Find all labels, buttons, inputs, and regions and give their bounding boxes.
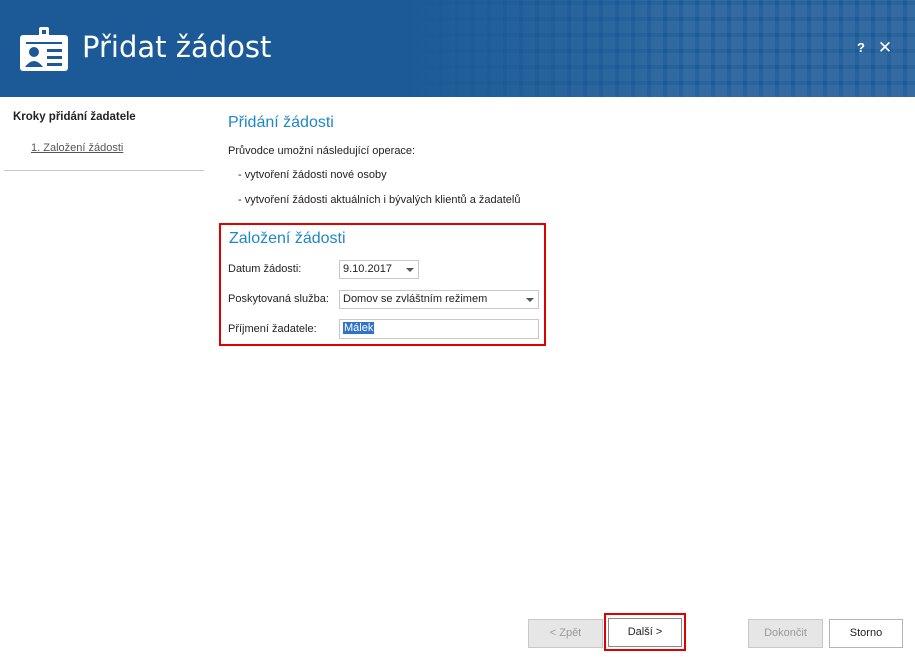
finish-button[interactable]: Dokončit — [748, 619, 823, 648]
surname-label: Příjmení žadatele: — [228, 323, 317, 335]
page-title: Přidání žádosti — [228, 114, 334, 131]
next-button[interactable]: Další > — [608, 618, 682, 647]
intro-text: Průvodce umožní následující operace: — [228, 145, 416, 157]
close-button[interactable]: ✕ — [876, 38, 894, 58]
service-select[interactable]: Domov se zvláštním režimem — [339, 290, 539, 309]
cancel-button[interactable]: Storno — [829, 619, 903, 648]
form-title: Založení žádosti — [229, 230, 346, 247]
date-value: 9.10.2017 — [343, 263, 392, 275]
surname-value: Málek — [343, 322, 375, 334]
help-button[interactable]: ? — [853, 40, 869, 58]
header-pattern — [395, 0, 915, 97]
operation-item: - vytvoření žádosti nové osoby — [238, 169, 387, 181]
chevron-down-icon[interactable] — [406, 268, 414, 272]
operation-item: - vytvoření žádosti aktuálních i bývalýc… — [238, 194, 521, 206]
service-value: Domov se zvláštním režimem — [343, 293, 488, 305]
date-label: Datum žádosti: — [228, 263, 302, 275]
back-button[interactable]: < Zpět — [528, 619, 603, 648]
sidebar-step-zalozeni[interactable]: 1. Založení žádosti — [31, 142, 123, 154]
surname-input[interactable]: Málek — [339, 319, 539, 339]
sidebar-heading: Kroky přidání žadatele — [13, 111, 136, 123]
application-form-group: Založení žádosti Datum žádosti: 9.10.201… — [219, 223, 546, 346]
id-card-icon — [20, 27, 68, 71]
wizard-steps-sidebar: Kroky přidání žadatele 1. Založení žádos… — [4, 97, 204, 171]
window-header: Přidat žádost ? ✕ — [0, 0, 915, 97]
service-label: Poskytovaná služba: — [228, 293, 329, 305]
window-title: Přidat žádost — [82, 30, 272, 64]
date-picker[interactable]: 9.10.2017 — [339, 260, 419, 279]
chevron-down-icon[interactable] — [526, 298, 534, 302]
